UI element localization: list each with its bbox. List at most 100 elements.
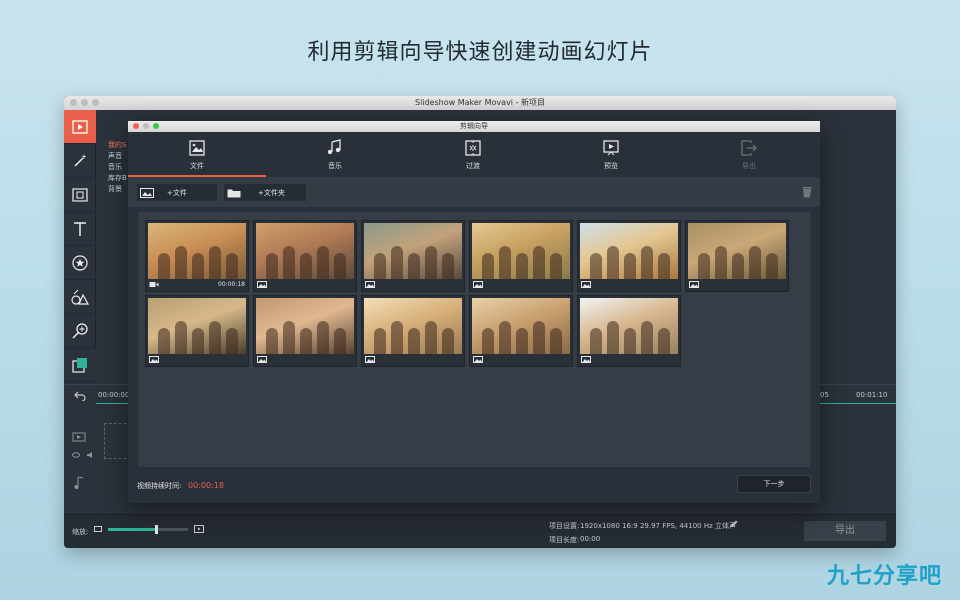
list-item[interactable]: 我的S (108, 140, 127, 151)
image-icon (689, 280, 699, 288)
photo-figure (391, 246, 403, 279)
photo-figure (192, 253, 204, 279)
tab-preview[interactable]: 预览 (542, 132, 680, 177)
shapes-button[interactable] (64, 280, 96, 314)
media-grid: 00:00:18 (138, 211, 811, 468)
media-category-list: 我的S 声音 音乐 库存B 背景 (108, 140, 127, 195)
video-track-header (72, 427, 94, 458)
wizard-window-controls[interactable] (133, 123, 159, 129)
media-thumbnail[interactable] (685, 220, 789, 292)
filters-button[interactable] (64, 178, 96, 212)
photo-figure (732, 253, 744, 279)
photo-figure (607, 321, 619, 354)
photo-figure (499, 321, 511, 354)
visibility-icon[interactable] (72, 452, 80, 458)
thumbnail-photo (256, 298, 354, 354)
photo-figure (607, 246, 619, 279)
list-item[interactable]: 库存B (108, 173, 127, 184)
thumbnail-meta (365, 354, 461, 364)
zoom-slider-knob[interactable] (155, 525, 158, 534)
folder-icon (227, 189, 241, 197)
media-thumbnail[interactable] (253, 295, 357, 367)
magic-wand-button[interactable] (64, 144, 96, 178)
wizard-zoom-dot[interactable] (153, 123, 159, 129)
transition-icon (465, 139, 481, 156)
zoom-in-button-icon[interactable] (194, 524, 204, 534)
media-thumbnail[interactable] (253, 220, 357, 292)
photo-figure (425, 321, 437, 354)
project-length-value: 00:00 (580, 535, 601, 543)
music-note-icon (74, 476, 84, 489)
photo-figure (550, 328, 562, 354)
export-button[interactable]: 导出 (804, 521, 886, 541)
wizard-minimize-dot[interactable] (143, 123, 149, 129)
window-controls[interactable] (70, 99, 99, 106)
media-thumbnail[interactable] (577, 295, 681, 367)
stickers-button[interactable] (64, 246, 96, 280)
trash-icon[interactable] (802, 186, 812, 198)
media-thumbnail[interactable]: 00:00:18 (145, 220, 249, 292)
zoom-slider-fill (108, 528, 156, 531)
thumbnail-photo (148, 223, 246, 279)
thumbnail-photo (256, 223, 354, 279)
photo-figure (550, 253, 562, 279)
photo-figure (317, 246, 329, 279)
tab-transitions[interactable]: 过渡 (404, 132, 542, 177)
zoom-out-icon[interactable] (94, 525, 102, 533)
thumbnail-meta (473, 354, 569, 364)
undo-icon[interactable] (74, 391, 86, 401)
tab-export[interactable]: 导出 (680, 132, 818, 177)
thumbnail-photo (688, 223, 786, 279)
zoom-tool-button[interactable] (64, 314, 96, 348)
photo-figure (658, 328, 670, 354)
photo-figure (516, 253, 528, 279)
zoom-dot[interactable] (92, 99, 99, 106)
list-item[interactable]: 声音 (108, 151, 127, 162)
photo-figure (334, 253, 346, 279)
wizard-footer: 视频持续时间: 00:00:18 下一步 (128, 469, 820, 503)
media-import-button[interactable] (64, 110, 96, 144)
star-badge-icon (72, 254, 88, 271)
photo-figure (442, 328, 454, 354)
minimize-dot[interactable] (81, 99, 88, 106)
media-thumbnail[interactable] (361, 295, 465, 367)
tab-files[interactable]: 文件 (128, 132, 266, 177)
list-item[interactable]: 音乐 (108, 162, 127, 173)
image-add-icon (140, 187, 154, 198)
thumbnail-duration: 00:00:18 (218, 280, 245, 288)
close-dot[interactable] (70, 99, 77, 106)
film-icon (72, 119, 88, 134)
photo-figure (300, 253, 312, 279)
thumbnail-meta (365, 279, 461, 289)
wizard-close-dot[interactable] (133, 123, 139, 129)
media-thumbnail[interactable] (469, 220, 573, 292)
media-thumbnail[interactable] (469, 295, 573, 367)
thumbnail-meta (473, 279, 569, 289)
photo-figure (175, 246, 187, 279)
photo-figure (749, 246, 761, 279)
list-item[interactable]: 背景 (108, 184, 127, 195)
photo-figure (334, 328, 346, 354)
zoom-slider[interactable] (108, 525, 188, 534)
media-thumbnail[interactable] (361, 220, 465, 292)
thumbnail-meta (581, 354, 677, 364)
left-toolbar (64, 110, 96, 382)
bottom-status-bar: 缩放: 项目设置: 1920x1080 16:9 29.97 FPS, 4410… (64, 514, 896, 548)
media-thumbnail[interactable] (577, 220, 681, 292)
image-icon (257, 280, 267, 288)
media-thumbnail[interactable] (145, 295, 249, 367)
titles-button[interactable] (64, 212, 96, 246)
tab-music[interactable]: 音乐 (266, 132, 404, 177)
speaker-icon[interactable] (86, 452, 94, 458)
wizard-title: 剪辑向导 (460, 122, 488, 130)
pencil-icon[interactable] (730, 520, 738, 528)
add-files-button[interactable]: +文件 (137, 184, 217, 201)
photo-figure (283, 321, 295, 354)
preview-icon (603, 139, 619, 155)
photo-figure (266, 328, 278, 354)
more-tools-button[interactable] (64, 348, 96, 382)
next-button[interactable]: 下一步 (737, 475, 811, 493)
photo-figure (590, 328, 602, 354)
filmstrip-icon (72, 187, 88, 202)
add-folder-button[interactable]: +文件夹 (224, 184, 306, 201)
